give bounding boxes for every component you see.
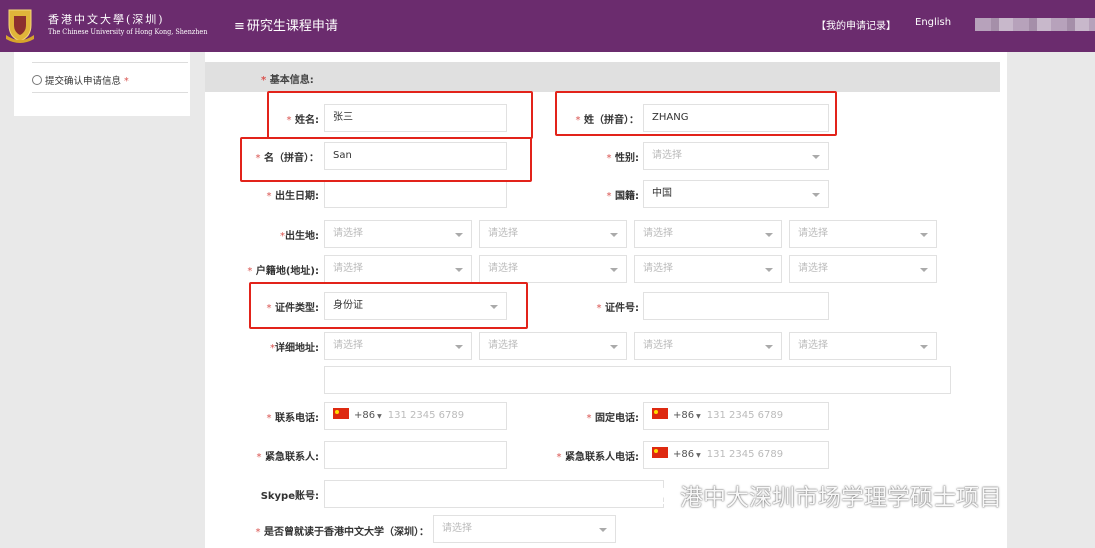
studied-cuhk-select[interactable]: 请选择 — [433, 515, 616, 543]
hukou-province-select[interactable]: 请选择 — [324, 255, 472, 283]
birthplace-province-select[interactable]: 请选择 — [324, 220, 472, 248]
birthdate-input[interactable] — [324, 180, 507, 208]
birthplace-district-select[interactable]: 请选择 — [634, 220, 782, 248]
chevron-down-icon[interactable]: ▼ — [696, 413, 701, 420]
country-code[interactable]: +86 — [673, 449, 694, 460]
china-flag-icon[interactable] — [652, 447, 668, 458]
emergency-phone-label: * 紧急联系人电话: — [556, 452, 639, 463]
nationality-select[interactable]: 中国 — [643, 180, 829, 208]
address-province-select[interactable]: 请选择 — [324, 332, 472, 360]
chevron-down-icon — [765, 268, 773, 272]
chevron-down-icon — [455, 268, 463, 272]
address-city-select[interactable]: 请选择 — [479, 332, 627, 360]
china-flag-icon[interactable] — [652, 408, 668, 419]
chevron-down-icon — [920, 345, 928, 349]
chevron-down-icon — [765, 345, 773, 349]
phone-placeholder: 131 2345 6789 — [706, 410, 784, 421]
chevron-down-icon — [765, 233, 773, 237]
china-flag-icon[interactable] — [333, 408, 349, 419]
app-title-text: 研究生课程申请 — [246, 19, 338, 34]
phone-placeholder: 131 2345 6789 — [387, 410, 465, 421]
chevron-down-icon — [610, 268, 618, 272]
country-code[interactable]: +86 — [673, 410, 694, 421]
highlight-box-id-type — [249, 282, 528, 329]
watermark-text: 港中大深圳市场学理学硕士项目 — [680, 485, 1002, 511]
university-name-en: The Chinese University of Hong Kong, She… — [48, 28, 208, 36]
birthplace-city-select[interactable]: 请选择 — [479, 220, 627, 248]
top-navigation-bar: 香港中文大學(深圳) The Chinese University of Hon… — [0, 0, 1095, 52]
divider — [32, 62, 188, 63]
app-title[interactable]: ≡ 研究生课程申请 — [234, 15, 338, 34]
sidebar-item-label: 提交确认申请信息 — [45, 76, 122, 87]
birthdate-label: * 出生日期: — [266, 191, 319, 202]
birthplace-label: *出生地: — [280, 231, 319, 242]
hukou-town-select[interactable]: 请选择 — [789, 255, 937, 283]
section-title: * 基本信息: — [261, 71, 314, 86]
chevron-down-icon — [920, 268, 928, 272]
wechat-icon — [642, 483, 676, 511]
university-name-cn: 香港中文大學(深圳) — [48, 13, 165, 26]
emergency-contact-input[interactable] — [324, 441, 507, 469]
chevron-down-icon — [610, 233, 618, 237]
address-town-select[interactable]: 请选择 — [789, 332, 937, 360]
menu-icon[interactable]: ≡ — [234, 19, 245, 34]
id-number-label: * 证件号: — [596, 303, 639, 314]
required-mark: * — [124, 76, 129, 87]
landline-label: * 固定电话: — [586, 413, 639, 424]
id-number-input[interactable] — [643, 292, 829, 320]
skype-input[interactable] — [324, 480, 664, 508]
nationality-value: 中国 — [652, 188, 672, 199]
emergency-contact-label: * 紧急联系人: — [256, 452, 319, 463]
mobile-input[interactable]: +86 ▼ 131 2345 6789 — [324, 402, 507, 430]
highlight-box-given-pinyin — [240, 137, 532, 182]
required-mark: * — [261, 75, 267, 86]
chevron-down-icon — [599, 528, 607, 532]
hukou-label: * 户籍地(地址): — [247, 266, 319, 277]
highlight-box-name — [267, 91, 533, 139]
chevron-down-icon — [610, 345, 618, 349]
gender-select[interactable]: 请选择 — [643, 142, 829, 170]
sidebar: 提交确认申请信息 * — [14, 52, 190, 116]
gender-label: * 性别: — [606, 153, 639, 164]
divider — [32, 92, 188, 93]
nationality-label: * 国籍: — [606, 191, 639, 202]
chevron-down-icon — [812, 155, 820, 159]
application-form: * 基本信息: * 姓名: 张三 * 姓（拼音）： ZHANG * 名（拼音）：… — [205, 52, 1007, 548]
address-detail-input[interactable] — [324, 366, 951, 394]
skype-label: Skype账号: — [260, 491, 319, 502]
hukou-district-select[interactable]: 请选择 — [634, 255, 782, 283]
studied-cuhk-label: * 是否曾就读于香港中文大学（深圳）： — [255, 527, 429, 538]
landline-input[interactable]: +86 ▼ 131 2345 6789 — [643, 402, 829, 430]
chevron-down-icon[interactable]: ▼ — [696, 452, 701, 459]
address-district-select[interactable]: 请选择 — [634, 332, 782, 360]
language-switch-link[interactable]: English — [915, 17, 951, 28]
university-crest-icon — [6, 9, 34, 43]
birthplace-town-select[interactable]: 请选择 — [789, 220, 937, 248]
chevron-down-icon — [812, 193, 820, 197]
user-account-redacted[interactable] — [975, 18, 1095, 31]
chevron-down-icon — [455, 345, 463, 349]
phone-placeholder: 131 2345 6789 — [706, 449, 784, 460]
address-label: *详细地址: — [270, 343, 319, 354]
hukou-city-select[interactable]: 请选择 — [479, 255, 627, 283]
chevron-down-icon[interactable]: ▼ — [377, 413, 382, 420]
emergency-phone-input[interactable]: +86 ▼ 131 2345 6789 — [643, 441, 829, 469]
radio-icon[interactable] — [32, 75, 42, 85]
section-title-text: 基本信息: — [269, 75, 314, 86]
chevron-down-icon — [455, 233, 463, 237]
section-header: * 基本信息: — [205, 62, 1000, 92]
select-placeholder: 请选择 — [652, 150, 682, 161]
my-applications-link[interactable]: 【我的申请记录】 — [816, 17, 896, 32]
country-code[interactable]: +86 — [354, 410, 375, 421]
chevron-down-icon — [920, 233, 928, 237]
watermark: 港中大深圳市场学理学硕士项目 — [642, 478, 1002, 512]
highlight-box-surname-pinyin — [555, 91, 837, 136]
mobile-label: * 联系电话: — [266, 413, 319, 424]
sidebar-item-submit-confirm[interactable]: 提交确认申请信息 * — [32, 73, 129, 87]
